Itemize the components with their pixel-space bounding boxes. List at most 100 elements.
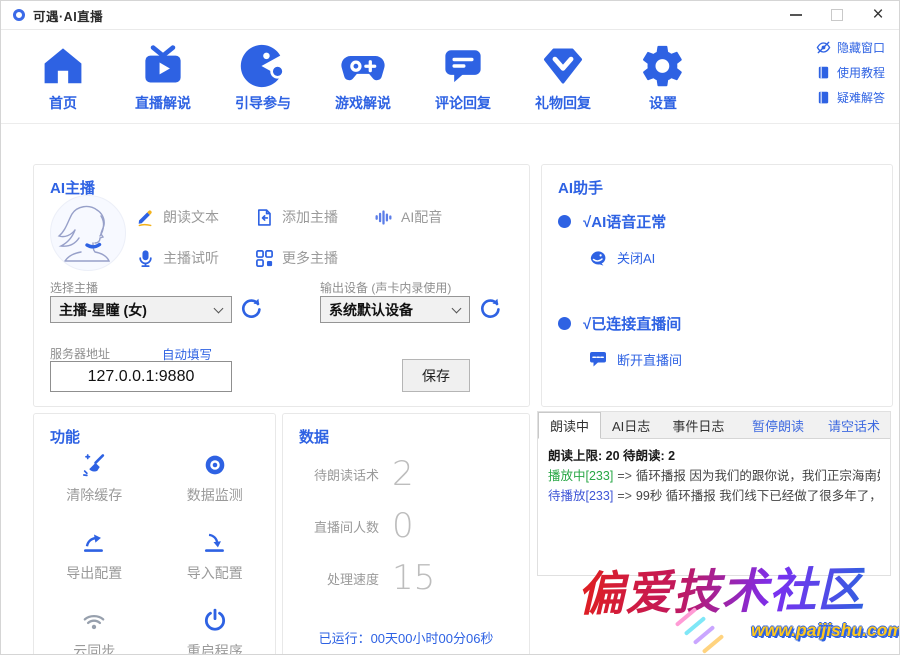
read-text-button[interactable]: 朗读文本 — [136, 207, 219, 227]
female-avatar-illustration — [51, 196, 125, 270]
stat-row: 待朗读话术 2 — [297, 454, 414, 494]
pause-reading-link[interactable]: 暂停朗读 — [752, 416, 804, 435]
main-nav: 首页 直播解说 引导参与 游戏解说 评论回复 礼物回复 设置 — [1, 30, 899, 124]
microphone-icon — [136, 249, 155, 268]
nav-item-label: 游戏解说 — [335, 93, 391, 113]
card-title: AI助手 — [558, 177, 603, 198]
cloud-sync-button[interactable]: 云同步 — [34, 608, 155, 655]
feature-label: 导入配置 — [187, 563, 243, 583]
anchor-select[interactable]: 主播-星瞳 (女) — [50, 296, 232, 323]
quick-link-label: 疑难解答 — [837, 89, 885, 106]
feature-label: 重启程序 — [187, 641, 243, 655]
action-label: 断开直播间 — [617, 350, 682, 369]
log-entry-tag: 待播放[233] — [548, 489, 613, 503]
ai-dubbing-button[interactable]: AI配音 — [374, 207, 442, 227]
stat-value: 2 — [392, 454, 414, 494]
comment-icon — [440, 43, 486, 89]
refresh-icon — [239, 297, 263, 321]
output-device-select[interactable]: 系统默认设备 — [320, 296, 470, 323]
tool-label: 添加主播 — [282, 207, 338, 227]
features-card: 功能 清除缓存 数据监测 导出配置 导入配置 云同步 — [33, 413, 276, 655]
ai-assistant-card: AI助手 √AI语音正常 关闭AI √已连接直播间 断开直播间 — [541, 164, 893, 407]
feature-label: 云同步 — [73, 641, 115, 655]
book-icon — [816, 65, 831, 80]
hide-window-link[interactable]: 隐藏窗口 — [816, 39, 885, 56]
data-monitor-button[interactable]: 数据监测 — [155, 452, 276, 505]
pacman-icon — [240, 43, 286, 89]
chevron-down-icon — [452, 304, 462, 314]
log-actions: 暂停朗读 请空话术 — [752, 412, 880, 438]
anchor-tools-row-1: 朗读文本 添加主播 AI配音 — [136, 207, 442, 227]
watermark-speedline-icon — [675, 607, 697, 627]
minimize-icon[interactable] — [789, 8, 803, 22]
watermark-speedline-icon — [702, 634, 724, 654]
log-entry: 待播放[233]=>99秒 循环播报 我们线下已经做了很多年了，所以说 — [548, 486, 880, 506]
maximize-icon[interactable] — [830, 8, 844, 22]
tab-event-log[interactable]: 事件日志 — [661, 412, 735, 438]
stat-row: 直播间人数 0 — [297, 506, 414, 546]
import-config-button[interactable]: 导入配置 — [155, 530, 276, 583]
anchor-tools-row-2: 主播试听 更多主播 — [136, 248, 338, 268]
stat-value: 15 — [392, 558, 435, 598]
log-entry: 播放中[233]=>循环播报 因为我们的跟你说，我们正宗海南妃子笑 — [548, 466, 880, 486]
nav-item-guide-participation[interactable]: 引导参与 — [213, 30, 313, 123]
waveform-icon — [374, 208, 393, 227]
close-ai-button[interactable]: 关闭AI — [588, 247, 655, 267]
tab-reading[interactable]: 朗读中 — [538, 412, 601, 439]
export-icon — [81, 530, 107, 556]
clear-scripts-link[interactable]: 请空话术 — [828, 416, 880, 435]
nav-item-home[interactable]: 首页 — [13, 30, 113, 123]
disconnect-room-button[interactable]: 断开直播间 — [588, 349, 682, 369]
uptime-text: 已运行：00天00小时00分06秒 — [283, 628, 529, 647]
output-device-label: 输出设备 (声卡内录使用) — [320, 279, 451, 296]
watermark-speedline-icon — [693, 625, 715, 645]
restart-program-button[interactable]: 重启程序 — [155, 608, 276, 655]
tutorial-link[interactable]: 使用教程 — [816, 64, 885, 81]
grid-icon — [255, 249, 274, 268]
more-anchors-button[interactable]: 更多主播 — [255, 248, 338, 268]
log-summary: 朗读上限: 20 待朗读: 2 — [548, 446, 880, 466]
refresh-device-button[interactable] — [478, 297, 502, 321]
nav-item-settings[interactable]: 设置 — [613, 30, 713, 123]
save-button[interactable]: 保存 — [402, 359, 470, 392]
chat-bubble-icon — [588, 349, 608, 369]
anchor-audition-button[interactable]: 主播试听 — [136, 248, 219, 268]
nav-item-live-commentary[interactable]: 直播解说 — [113, 30, 213, 123]
home-icon — [40, 43, 86, 89]
gift-diamond-icon — [540, 43, 586, 89]
nav-item-label: 直播解说 — [135, 93, 191, 113]
card-title: 数据 — [299, 426, 329, 447]
stat-label: 处理速度 — [297, 569, 379, 588]
nav-item-label: 引导参与 — [235, 93, 291, 113]
faq-link[interactable]: 疑难解答 — [816, 89, 885, 106]
app-window: 可遇·AI直播 × 首页 直播解说 引导参与 游戏解说 评论回复 — [0, 0, 900, 655]
watermark-url: www.paijishu.com — [751, 620, 900, 641]
quick-links: 隐藏窗口 使用教程 疑难解答 — [816, 39, 885, 106]
refresh-icon — [478, 297, 502, 321]
nav-item-game-commentary[interactable]: 游戏解说 — [313, 30, 413, 123]
status-text: √AI语音正常 — [583, 211, 666, 232]
tool-label: AI配音 — [401, 207, 442, 227]
log-entry-text: 循环播报 因为我们的跟你说，我们正宗海南妃子笑 — [636, 469, 880, 483]
export-config-button[interactable]: 导出配置 — [34, 530, 155, 583]
quick-link-label: 使用教程 — [837, 64, 885, 81]
window-controls: × — [789, 8, 885, 22]
log-entry-tag: 播放中[233] — [548, 469, 613, 483]
stat-row: 处理速度 15 — [297, 558, 435, 598]
clear-cache-button[interactable]: 清除缓存 — [34, 452, 155, 505]
log-entry-arrow: => — [613, 489, 636, 503]
nav-item-label: 设置 — [649, 93, 677, 113]
output-device-value: 系统默认设备 — [329, 300, 413, 320]
tab-ai-log[interactable]: AI日志 — [601, 412, 661, 438]
nav-item-comment-reply[interactable]: 评论回复 — [413, 30, 513, 123]
pencil-icon — [136, 208, 155, 227]
nav-item-gift-reply[interactable]: 礼物回复 — [513, 30, 613, 123]
refresh-anchor-button[interactable] — [239, 297, 263, 321]
server-address-input[interactable] — [50, 361, 232, 392]
close-icon[interactable]: × — [871, 8, 885, 22]
gear-icon — [640, 43, 686, 89]
chevron-down-icon — [214, 304, 224, 314]
add-anchor-button[interactable]: 添加主播 — [255, 207, 338, 227]
log-entry-arrow: => — [613, 469, 636, 483]
feature-label: 数据监测 — [187, 485, 243, 505]
